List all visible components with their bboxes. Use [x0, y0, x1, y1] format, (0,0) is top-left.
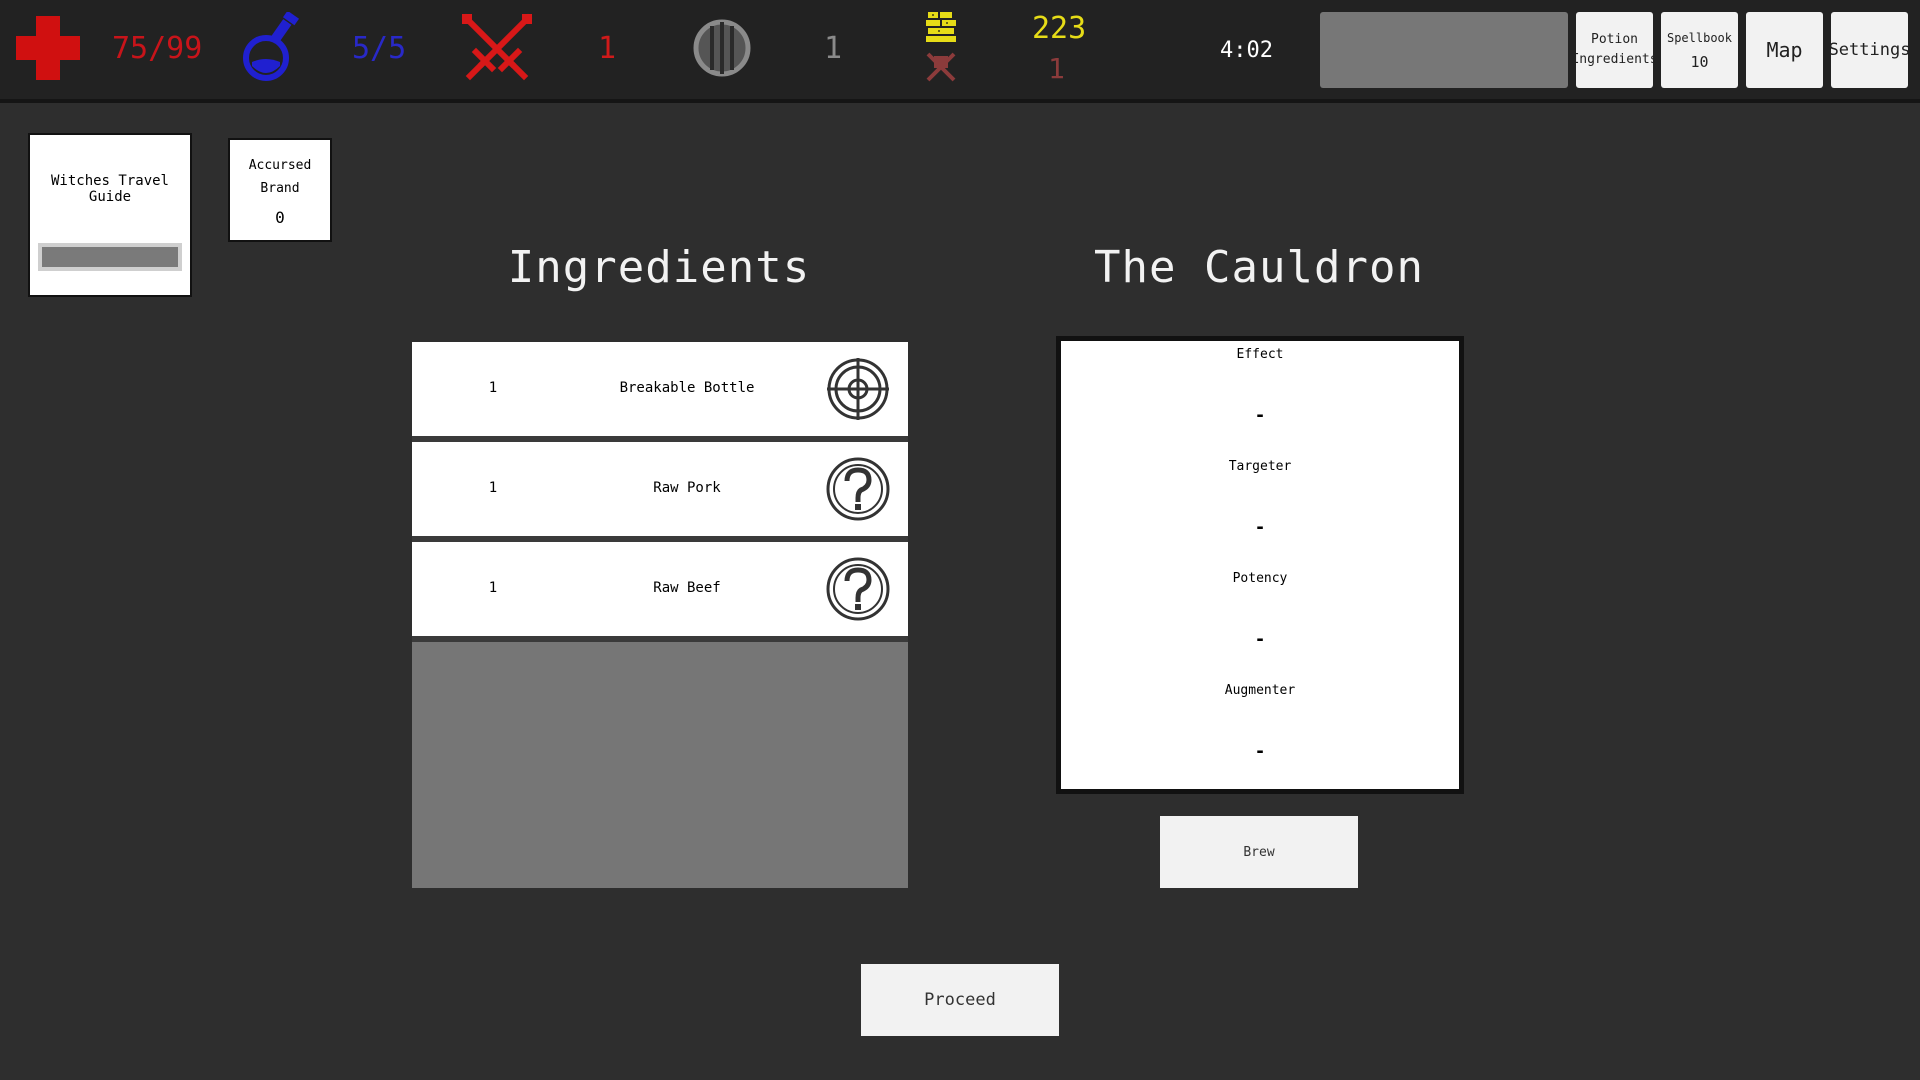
- ingredient-name: Breakable Bottle: [619, 380, 755, 396]
- gold-coins-icon: [926, 12, 956, 42]
- map-button-label: Map: [1766, 38, 1803, 62]
- settings-button-label: Settings: [1828, 40, 1911, 60]
- ingredient-row-raw-pork[interactable]: 1 Raw Pork: [412, 442, 908, 542]
- brand-title-line2: Brand: [260, 181, 300, 196]
- cauldron-slot-label-effect: Effect: [1236, 347, 1284, 362]
- kills-value: 1: [1048, 52, 1065, 85]
- run-timer: 4:02: [1220, 38, 1273, 63]
- question-mark-icon: [826, 557, 890, 621]
- spellbook-count: 10: [1690, 53, 1709, 71]
- spellbook-button[interactable]: Spellbook 10: [1661, 12, 1738, 88]
- ingredient-quantity: 1: [488, 380, 498, 396]
- ingredients-list: 1 Breakable Bottle 1 Raw Pork 1 Raw Beef: [412, 342, 908, 888]
- health-value: 75/99: [112, 31, 203, 66]
- cauldron-slot-label-targeter: Targeter: [1228, 459, 1292, 474]
- attack-value: 1: [598, 31, 617, 66]
- brew-button-label: Brew: [1243, 844, 1275, 860]
- health-cross-icon: [16, 16, 80, 80]
- ingredient-name: Raw Beef: [653, 580, 721, 596]
- potion-ingredients-button[interactable]: Potion Ingredients: [1571, 12, 1658, 88]
- cauldron-heading: The Cauldron: [1094, 242, 1424, 293]
- ingredient-quantity: 1: [488, 580, 498, 596]
- witches-travel-guide-card[interactable]: Witches Travel Guide: [28, 133, 192, 297]
- brand-count: 0: [275, 208, 285, 227]
- ingredients-heading: Ingredients: [507, 242, 811, 293]
- ingredient-name: Raw Pork: [653, 480, 721, 496]
- cauldron-slot-value-targeter[interactable]: -: [1061, 517, 1459, 538]
- map-button[interactable]: Map: [1746, 12, 1823, 88]
- cauldron-slot-value-effect[interactable]: -: [1061, 405, 1459, 426]
- mana-potion-icon: [243, 12, 300, 81]
- cauldron-slot-label-augmenter: Augmenter: [1224, 683, 1296, 698]
- cauldron-slot-value-augmenter[interactable]: -: [1061, 741, 1459, 762]
- game-screen: 75/99 5/5 1 1 223 1 4:02 Potion Ingredie…: [0, 0, 1920, 1080]
- brand-title: Accursed Brand: [230, 154, 330, 200]
- proceed-button-label: Proceed: [924, 990, 996, 1010]
- cauldron-slot-label-potency: Potency: [1232, 571, 1288, 586]
- cauldron-panel: Effect - Targeter - Potency - Augmenter …: [1056, 336, 1464, 794]
- top-hud: 75/99 5/5 1 1 223 1 4:02 Potion Ingredie…: [0, 0, 1920, 103]
- settings-button[interactable]: Settings: [1828, 12, 1911, 88]
- defense-value: 1: [824, 31, 843, 66]
- potion-button-label-line1: Potion: [1591, 32, 1638, 47]
- crosshair-icon: [827, 358, 889, 420]
- shield-icon: [693, 19, 751, 77]
- ingredient-row-raw-beef[interactable]: 1 Raw Beef: [412, 542, 908, 642]
- mana-value: 5/5: [352, 31, 407, 66]
- brand-title-line1: Accursed: [248, 158, 312, 173]
- proceed-button[interactable]: Proceed: [861, 964, 1059, 1036]
- question-mark-icon: [826, 457, 890, 521]
- brew-button[interactable]: Brew: [1160, 816, 1358, 888]
- guide-title: Witches Travel Guide: [50, 173, 169, 205]
- ingredient-quantity: 1: [488, 480, 498, 496]
- cauldron-slot-value-potency[interactable]: -: [1061, 629, 1459, 650]
- hud-empty-slot: [1320, 12, 1568, 88]
- gold-value: 223: [1032, 11, 1087, 46]
- guide-progress-bar: [38, 243, 182, 271]
- ingredient-row-breakable-bottle[interactable]: 1 Breakable Bottle: [412, 342, 908, 442]
- potion-button-label-line2: Ingredients: [1571, 52, 1658, 67]
- crossed-swords-icon: [461, 13, 533, 81]
- kills-skull-icon: [926, 52, 956, 82]
- accursed-brand-card[interactable]: Accursed Brand 0: [228, 138, 332, 242]
- guide-progress-fill: [42, 247, 178, 267]
- spellbook-label: Spellbook: [1666, 31, 1733, 45]
